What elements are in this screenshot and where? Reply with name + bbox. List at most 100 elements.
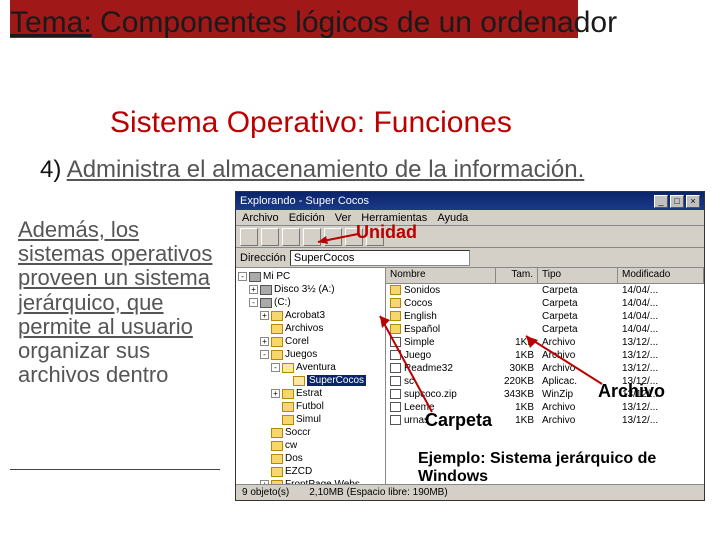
drive-icon	[260, 298, 272, 308]
folder-icon	[271, 350, 283, 360]
column-header[interactable]: Tipo	[538, 268, 618, 283]
tree-label: Soccr	[285, 427, 311, 438]
folder-open-icon	[293, 376, 305, 386]
list-item[interactable]: Juego1KBArchivo13/12/...	[386, 349, 704, 362]
tree-row[interactable]: +Disco 3½ (A:)	[236, 283, 385, 296]
folder-icon	[390, 311, 401, 321]
toolbar-button[interactable]	[240, 228, 258, 246]
folder-icon	[282, 389, 294, 399]
tree-row[interactable]: Futbol	[236, 400, 385, 413]
topic-text: Componentes lógicos de un ordenador	[100, 6, 617, 39]
tree-row[interactable]: -(C:)	[236, 296, 385, 309]
address-value: SuperCocos	[294, 252, 355, 264]
folder-icon	[271, 324, 283, 334]
file-icon	[390, 350, 401, 360]
folder-icon	[390, 324, 401, 334]
tree-row[interactable]: -Aventura	[236, 361, 385, 374]
folder-icon	[390, 298, 401, 308]
tree-label: Mi PC	[263, 271, 290, 282]
column-header[interactable]: Tam.	[496, 268, 538, 283]
file-icon	[390, 415, 401, 425]
list-item[interactable]: EnglishCarpeta14/04/...	[386, 310, 704, 323]
maximize-button[interactable]: □	[670, 195, 684, 208]
folder-tree[interactable]: -Mi PC+Disco 3½ (A:)-(C:)+Acrobat3Archiv…	[236, 268, 386, 484]
toolbar-button[interactable]	[324, 228, 342, 246]
tree-label: EZCD	[285, 466, 312, 477]
folder-icon	[271, 467, 283, 477]
menu-item[interactable]: Edición	[289, 212, 325, 224]
status-left: 9 objeto(s)	[242, 487, 289, 498]
tree-label: Corel	[285, 336, 309, 347]
file-icon	[390, 389, 401, 399]
tree-row[interactable]: Archivos	[236, 322, 385, 335]
topic-label: Tema:	[10, 6, 92, 39]
address-field[interactable]: SuperCocos	[290, 250, 470, 266]
tree-row[interactable]: +Corel	[236, 335, 385, 348]
folder-icon	[271, 337, 283, 347]
column-header[interactable]: Modificado	[618, 268, 704, 283]
file-icon	[390, 402, 401, 412]
folder-icon	[390, 285, 401, 295]
label-ejemplo: Ejemplo: Sistema jerárquico de Windows	[418, 450, 698, 487]
file-icon	[390, 363, 401, 373]
folder-icon	[271, 441, 283, 451]
toolbar	[236, 226, 704, 248]
tree-row[interactable]: +Estrat	[236, 387, 385, 400]
drive-icon	[260, 285, 272, 295]
tree-row[interactable]: cw	[236, 439, 385, 452]
column-header[interactable]: Nombre	[386, 268, 496, 283]
label-archivo: Archivo	[598, 381, 665, 402]
file-icon	[390, 337, 401, 347]
tree-row[interactable]: Soccr	[236, 426, 385, 439]
list-item[interactable]: CocosCarpeta14/04/...	[386, 297, 704, 310]
tree-label: Dos	[285, 453, 303, 464]
tree-label: Archivos	[285, 323, 323, 334]
label-unidad: Unidad	[356, 222, 417, 243]
file-icon	[390, 376, 401, 386]
paragraph-part2: organizar sus archivos dentro	[18, 338, 168, 387]
label-carpeta: Carpeta	[425, 410, 492, 431]
tree-label: FrontPage Webs	[285, 479, 360, 484]
tree-row[interactable]: +Acrobat3	[236, 309, 385, 322]
menu-item[interactable]: Ver	[335, 212, 352, 224]
subtitle: Sistema Operativo: Funciones	[110, 106, 512, 140]
list-item[interactable]: Readme3230KBArchivo13/12/...	[386, 362, 704, 375]
folder-icon	[271, 311, 283, 321]
topic-heading: Tema: Componentes lógicos de un ordenado…	[10, 6, 690, 41]
list-item[interactable]: EspañolCarpeta14/04/...	[386, 323, 704, 336]
list-item[interactable]: Simple1KBArchivo13/12/...	[386, 336, 704, 349]
minimize-button[interactable]: _	[654, 195, 668, 208]
tree-label: Juegos	[285, 349, 317, 360]
paragraph: Además, los sistemas operativos proveen …	[18, 218, 218, 387]
separator-line	[10, 469, 220, 470]
tree-label: cw	[285, 440, 297, 451]
list-body: SonidosCarpeta14/04/...CocosCarpeta14/04…	[386, 284, 704, 427]
list-header: NombreTam.TipoModificado	[386, 268, 704, 284]
address-label: Dirección	[240, 252, 286, 264]
drive-icon	[249, 272, 261, 282]
menu-item[interactable]: Ayuda	[437, 212, 468, 224]
folder-icon	[282, 415, 294, 425]
tree-row[interactable]: -Juegos	[236, 348, 385, 361]
tree-label: Estrat	[296, 388, 322, 399]
tree-row[interactable]: Dos	[236, 452, 385, 465]
folder-icon	[282, 402, 294, 412]
address-bar: Dirección SuperCocos	[236, 248, 704, 268]
tree-row[interactable]: EZCD	[236, 465, 385, 478]
tree-row[interactable]: +FrontPage Webs	[236, 478, 385, 484]
bullet-4: 4) Administra el almacenamiento de la in…	[40, 156, 584, 184]
tree-row[interactable]: SuperCocos	[236, 374, 385, 387]
tree-row[interactable]: Simul	[236, 413, 385, 426]
paragraph-part1: Además, los sistemas operativos proveen …	[18, 217, 212, 339]
toolbar-button[interactable]	[282, 228, 300, 246]
close-button[interactable]: ×	[686, 195, 700, 208]
list-item[interactable]: SonidosCarpeta14/04/...	[386, 284, 704, 297]
folder-icon	[271, 454, 283, 464]
toolbar-button[interactable]	[261, 228, 279, 246]
toolbar-button[interactable]	[303, 228, 321, 246]
tree-row[interactable]: -Mi PC	[236, 270, 385, 283]
menu-item[interactable]: Archivo	[242, 212, 279, 224]
tree-label: Aventura	[296, 362, 336, 373]
folder-icon	[271, 480, 283, 485]
bullet-4-num: 4)	[40, 156, 61, 183]
